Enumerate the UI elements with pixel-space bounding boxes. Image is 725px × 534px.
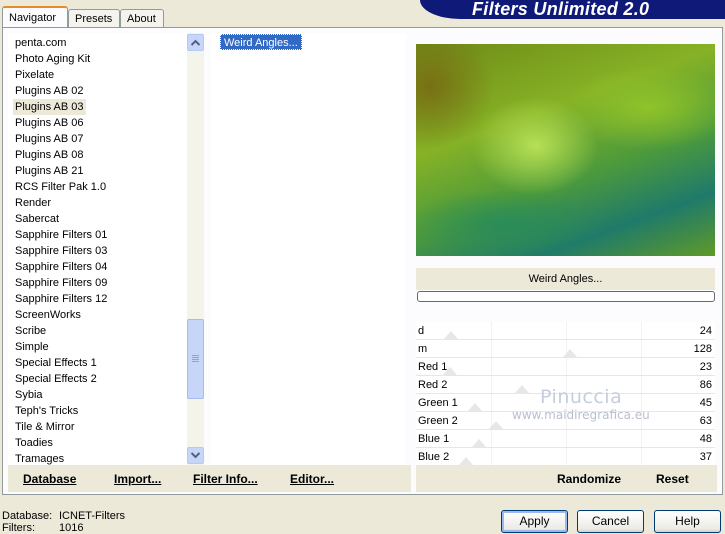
database-value: ICNET-Filters <box>59 510 125 522</box>
slider-knob[interactable] <box>472 439 486 447</box>
slider-knob[interactable] <box>489 421 503 429</box>
category-item[interactable]: Sapphire Filters 04 <box>13 259 109 275</box>
slider-knob[interactable] <box>444 331 458 339</box>
category-item[interactable]: Photo Aging Kit <box>13 51 92 67</box>
slider-value: 37 <box>699 451 712 463</box>
slider-label: Green 1 <box>418 397 458 409</box>
app-title-banner: Filters Unlimited 2.0 <box>420 0 725 19</box>
editor-button[interactable]: Editor... <box>290 472 334 486</box>
current-filter-name: Weird Angles... <box>416 268 715 290</box>
category-item[interactable]: Simple <box>13 339 51 355</box>
slider-value: 24 <box>699 325 712 337</box>
category-item[interactable]: Teph's Tricks <box>13 403 80 419</box>
category-toolbar: Database Import... Filter Info... Editor… <box>8 465 411 492</box>
slider-track[interactable] <box>416 375 715 376</box>
cancel-button[interactable]: Cancel <box>577 510 644 533</box>
tab-presets-label: Presets <box>75 13 113 25</box>
database-button[interactable]: Database <box>23 472 76 486</box>
scroll-thumb[interactable] <box>187 319 204 399</box>
slider-knob[interactable] <box>563 349 577 357</box>
slider-track[interactable] <box>416 339 715 340</box>
slider-knob[interactable] <box>459 457 473 465</box>
database-info: Database: ICNET-Filters <box>2 510 125 522</box>
slider-label: d <box>418 325 425 337</box>
category-item[interactable]: Sybia <box>13 387 45 403</box>
slider-value: 86 <box>699 379 712 391</box>
watermark-name: Pinuccia <box>540 386 623 408</box>
apply-button[interactable]: Apply <box>501 510 568 533</box>
slider-value: 23 <box>699 361 712 373</box>
slider-track[interactable] <box>416 447 715 448</box>
filter-item-selected[interactable]: Weird Angles... <box>220 34 302 50</box>
chevron-up-icon <box>191 39 200 46</box>
tab-presets[interactable]: Presets <box>68 9 120 28</box>
category-item[interactable]: penta.com <box>13 35 68 51</box>
filters-count: 1016 <box>59 522 84 534</box>
slider-value: 45 <box>699 397 712 409</box>
category-item[interactable]: Sapphire Filters 12 <box>13 291 109 307</box>
slider-value: 63 <box>699 415 712 427</box>
app-title: Filters Unlimited 2.0 <box>472 0 650 19</box>
category-item[interactable]: Sapphire Filters 09 <box>13 275 109 291</box>
progress-bar <box>417 291 715 302</box>
slider-row[interactable]: d 24 <box>416 323 715 341</box>
category-item[interactable]: Sapphire Filters 01 <box>13 227 109 243</box>
category-item[interactable]: Toadies <box>13 435 55 451</box>
tab-about-label: About <box>127 13 156 25</box>
slider-knob[interactable] <box>515 385 529 393</box>
tab-navigator-label: Navigator <box>9 12 57 24</box>
slider-value: 48 <box>699 433 712 445</box>
category-item[interactable]: ScreenWorks <box>13 307 83 323</box>
slider-track[interactable] <box>416 429 715 430</box>
slider-label: m <box>418 343 428 355</box>
category-item[interactable]: Plugins AB 21 <box>13 163 86 179</box>
category-item[interactable]: Plugins AB 06 <box>13 115 86 131</box>
category-item[interactable]: RCS Filter Pak 1.0 <box>13 179 108 195</box>
slider-label: Red 2 <box>418 379 448 391</box>
scroll-down-button[interactable] <box>187 447 204 464</box>
category-scrollbar[interactable] <box>187 33 204 465</box>
slider-row[interactable]: Blue 1 48 <box>416 431 715 449</box>
slider-track[interactable] <box>416 357 715 358</box>
category-item[interactable]: Render <box>13 195 53 211</box>
preview-image <box>416 44 715 256</box>
category-item[interactable]: Tile & Mirror <box>13 419 76 435</box>
slider-value: 128 <box>693 343 712 355</box>
category-item[interactable]: Pixelate <box>13 67 56 83</box>
slider-label: Red 1 <box>418 361 448 373</box>
reset-button[interactable]: Reset <box>656 472 689 486</box>
category-item[interactable]: Plugins AB 02 <box>13 83 86 99</box>
category-item[interactable]: Plugins AB 08 <box>13 147 86 163</box>
watermark-site: www.maidiregrafica.eu <box>512 408 650 422</box>
category-item[interactable]: Plugins AB 07 <box>13 131 86 147</box>
database-label: Database: <box>2 510 53 522</box>
slider-row[interactable]: m 128 <box>416 341 715 359</box>
category-item[interactable]: Scribe <box>13 323 48 339</box>
tab-about[interactable]: About <box>120 9 164 28</box>
slider-label: Green 2 <box>418 415 458 427</box>
category-list[interactable]: penta.com Photo Aging Kit Pixelate Plugins … <box>8 33 204 465</box>
import-button[interactable]: Import... <box>114 472 161 486</box>
slider-label: Blue 1 <box>418 433 450 445</box>
filters-label: Filters: <box>2 522 35 534</box>
randomize-button[interactable]: Randomize <box>557 472 621 486</box>
help-button[interactable]: Help <box>654 510 721 533</box>
parameter-toolbar: Randomize Reset <box>416 465 717 492</box>
category-item[interactable]: Plugins AB 03 <box>13 99 86 115</box>
filters-info: Filters: 1016 <box>2 522 83 534</box>
category-item[interactable]: Sabercat <box>13 211 61 227</box>
tab-navigator[interactable]: Navigator <box>2 6 68 28</box>
slider-label: Blue 2 <box>418 451 450 463</box>
chevron-down-icon <box>191 452 200 459</box>
scroll-up-button[interactable] <box>187 34 204 51</box>
category-item[interactable]: Special Effects 1 <box>13 355 99 371</box>
slider-knob[interactable] <box>468 403 482 411</box>
category-item[interactable]: Sapphire Filters 03 <box>13 243 109 259</box>
filter-info-button[interactable]: Filter Info... <box>193 472 258 486</box>
slider-row[interactable]: Red 1 23 <box>416 359 715 377</box>
filter-list[interactable]: Weird Angles... <box>210 33 406 465</box>
category-item[interactable]: Special Effects 2 <box>13 371 99 387</box>
